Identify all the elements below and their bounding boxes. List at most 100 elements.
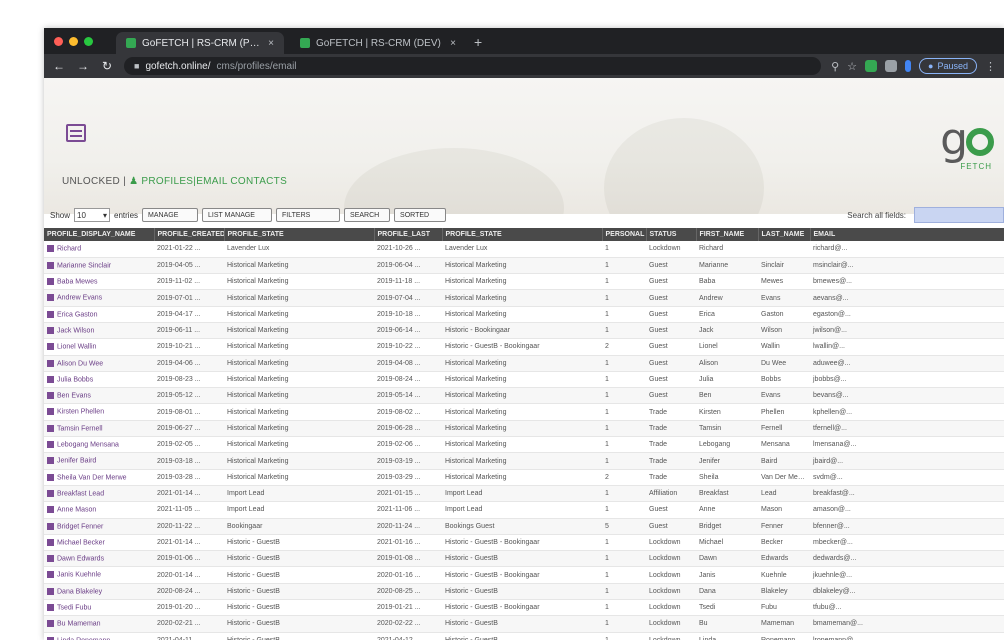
nav-unlocked-link[interactable]: UNLOCKED bbox=[62, 176, 120, 187]
profile-name-link[interactable]: Bridget Fenner bbox=[44, 518, 154, 535]
new-tab-button[interactable]: + bbox=[466, 34, 490, 54]
column-header[interactable]: PROFILE_DISPLAY_NAME bbox=[44, 228, 155, 241]
hamburger-menu-icon[interactable] bbox=[66, 124, 86, 142]
column-header[interactable]: EMAIL bbox=[810, 228, 1004, 241]
table-row[interactable]: Baba Mewes 2019-11-02 ... Historical Marke… bbox=[44, 273, 1004, 291]
table-row[interactable]: Lebogang Mensana 2019-02-05 ... Historical… bbox=[44, 436, 1004, 454]
profile-name-link[interactable]: Richard bbox=[44, 241, 154, 258]
tab-close-icon[interactable]: × bbox=[268, 38, 274, 49]
table-cell: Guest bbox=[646, 289, 696, 307]
profile-name-link[interactable]: Marianne Sinclair bbox=[44, 257, 154, 275]
profile-name-link[interactable]: Anne Mason bbox=[44, 501, 154, 519]
page-size-select[interactable]: 10 ▾ bbox=[74, 208, 111, 222]
profile-name-link[interactable]: Alison Du Wee bbox=[44, 355, 154, 372]
zoom-icon[interactable]: ⚲ bbox=[831, 60, 839, 73]
table-row[interactable]: Dana Blakeley 2020-08-24 ... Historic - Gu… bbox=[44, 583, 1004, 601]
bookmark-star-icon[interactable]: ☆ bbox=[847, 60, 857, 73]
profile-name-link[interactable]: Jenifer Baird bbox=[44, 452, 154, 470]
table-row[interactable]: Janis Kuehnle 2020-01-14 ... Historic - Gu… bbox=[44, 566, 1004, 584]
forward-arrow-icon[interactable]: → bbox=[76, 59, 90, 73]
profile-name-link[interactable]: Janis Kuehnle bbox=[44, 566, 154, 584]
extension-icon[interactable] bbox=[905, 60, 912, 72]
column-header[interactable]: PROFILE_STATE bbox=[224, 228, 375, 241]
menu-kebab-icon[interactable]: ⋮ bbox=[985, 60, 996, 73]
nav-profiles-link[interactable]: PROFILES bbox=[141, 176, 193, 187]
table-row[interactable]: Michael Becker 2021-01-14 ... Historic - G… bbox=[44, 534, 1004, 552]
reload-icon[interactable]: ↻ bbox=[100, 59, 114, 73]
profile-name-link[interactable]: Tsedi Fubu bbox=[44, 599, 154, 617]
profile-name-link[interactable]: Erica Gaston bbox=[44, 306, 154, 323]
profile-name-link[interactable]: Michael Becker bbox=[44, 534, 154, 552]
column-header[interactable]: PROFILE_LAST bbox=[374, 228, 443, 241]
column-header[interactable]: PROFILE_STATE bbox=[442, 228, 603, 241]
url-host: gofetch.online/ bbox=[145, 60, 211, 72]
profile-name-link[interactable]: Andrew Evans bbox=[44, 289, 154, 307]
table-row[interactable]: Richard 2021-01-22 ... Lavender Lux 2021-10… bbox=[44, 241, 1004, 258]
profile-name-link[interactable]: Linda Ronemann bbox=[44, 632, 154, 640]
table-row[interactable]: Erica Gaston 2019-04-17 ... Historical Mar… bbox=[44, 306, 1004, 323]
minimize-window-button[interactable] bbox=[69, 37, 78, 46]
sorted-button[interactable]: SORTED bbox=[394, 208, 447, 222]
table-cell: 1 bbox=[602, 241, 646, 258]
table-row[interactable]: Jenifer Baird 2019-03-18 ... Historical Ma… bbox=[44, 452, 1004, 470]
search-input[interactable] bbox=[914, 207, 1004, 223]
profile-name-link[interactable]: Lionel Wallin bbox=[44, 338, 154, 356]
profile-name-link[interactable]: Baba Mewes bbox=[44, 273, 154, 291]
column-header[interactable]: LAST_NAME bbox=[758, 228, 811, 241]
column-header[interactable]: STATUS bbox=[646, 228, 697, 241]
address-bar[interactable]: ■ gofetch.online/cms/profiles/email bbox=[124, 57, 822, 75]
table-row[interactable]: Bu Mameman 2020-02-21 ... Historic - Guest… bbox=[44, 615, 1004, 633]
profile-name-link[interactable]: Tamsin Fernell bbox=[44, 420, 154, 438]
back-arrow-icon[interactable]: ← bbox=[52, 59, 66, 73]
table-cell: bevans@... bbox=[810, 387, 1004, 405]
table-row[interactable]: Andrew Evans 2019-07-01 ... Historical Mar… bbox=[44, 289, 1004, 307]
tab-dev[interactable]: GoFETCH | RS-CRM (DEV) × bbox=[290, 32, 466, 54]
table-cell: 1 bbox=[602, 550, 646, 568]
close-window-button[interactable] bbox=[54, 37, 63, 46]
table-cell: 1 bbox=[602, 371, 646, 389]
maximize-window-button[interactable] bbox=[84, 37, 93, 46]
tab-prod[interactable]: GoFETCH | RS-CRM (PROD) × bbox=[116, 32, 284, 54]
profile-button[interactable]: ● Paused bbox=[919, 58, 977, 74]
manage-button[interactable]: MANAGE bbox=[142, 208, 199, 222]
nav-email-contacts-link[interactable]: EMAIL CONTACTS bbox=[196, 176, 287, 187]
table-row[interactable]: Julia Bobbs 2019-08-23 ... Historical Mark… bbox=[44, 371, 1004, 389]
table-row[interactable]: Anne Mason 2021-11-05 ... Import Lead 2021-… bbox=[44, 501, 1004, 519]
profile-name-link[interactable]: Lebogang Mensana bbox=[44, 436, 154, 454]
profile-name-link[interactable]: Sheila Van Der Merwe bbox=[44, 469, 154, 486]
profile-name-link[interactable]: Dana Blakeley bbox=[44, 583, 154, 601]
profile-name-link[interactable]: Ben Evans bbox=[44, 387, 154, 405]
filters-button[interactable]: FILTERS bbox=[276, 208, 341, 222]
table-cell: Baird bbox=[758, 452, 810, 470]
table-row[interactable]: Linda Ronemann2021-04-11 ...Historic - G… bbox=[44, 632, 1004, 640]
table-cell: 2020-02-21 ... bbox=[154, 615, 224, 633]
profile-name-link[interactable]: Breakfast Lead bbox=[44, 485, 154, 503]
profile-name-link[interactable]: Bu Mameman bbox=[44, 615, 154, 633]
table-row[interactable]: Tsedi Fubu 2019-01-20 ... Historic - Guest… bbox=[44, 599, 1004, 617]
table-row[interactable]: Ben Evans 2019-05-12 ... Historical Market… bbox=[44, 387, 1004, 405]
table-row[interactable]: Marianne Sinclair 2019-04-05 ... Historica… bbox=[44, 257, 1004, 275]
extension-icon[interactable] bbox=[865, 60, 878, 72]
table-row[interactable]: Lionel Wallin 2019-10-21 ... Historical Ma… bbox=[44, 338, 1004, 356]
column-header[interactable]: PROFILE_CREATED bbox=[154, 228, 225, 241]
profile-name-link[interactable]: Julia Bobbs bbox=[44, 371, 154, 389]
column-header[interactable]: PERSONAL bbox=[602, 228, 647, 241]
list-manage-button[interactable]: LIST MANAGE bbox=[202, 208, 273, 222]
table-row[interactable]: Tamsin Fernell 2019-06-27 ... Historical M… bbox=[44, 420, 1004, 438]
table-cell: Kirsten bbox=[696, 403, 758, 421]
table-row[interactable]: Dawn Edwards 2019-01-06 ... Historic - Gue… bbox=[44, 550, 1004, 568]
column-header[interactable]: FIRST_NAME bbox=[696, 228, 759, 241]
profile-name-link[interactable]: Jack Wilson bbox=[44, 322, 154, 340]
table-row[interactable]: Breakfast Lead 2021-01-14 ... Import Lead 2… bbox=[44, 485, 1004, 503]
profile-name-link[interactable]: Kirsten Phellen bbox=[44, 403, 154, 421]
table-row[interactable]: Alison Du Wee 2019-04-06 ... Historical Ma… bbox=[44, 355, 1004, 372]
tab-close-icon[interactable]: × bbox=[450, 38, 456, 49]
extension-icon[interactable] bbox=[885, 60, 898, 72]
table-row[interactable]: Sheila Van Der Merwe 2019-03-28 ... Histor… bbox=[44, 469, 1004, 486]
table-cell: 2021-01-15 ... bbox=[374, 485, 442, 503]
table-row[interactable]: Bridget Fenner 2020-11-22 ... Bookingaar 20… bbox=[44, 518, 1004, 535]
table-row[interactable]: Jack Wilson 2019-06-11 ... Historical Mark… bbox=[44, 322, 1004, 340]
table-row[interactable]: Kirsten Phellen 2019-08-01 ... Historical … bbox=[44, 403, 1004, 421]
profile-name-link[interactable]: Dawn Edwards bbox=[44, 550, 154, 568]
search-button[interactable]: SEARCH bbox=[344, 208, 391, 222]
